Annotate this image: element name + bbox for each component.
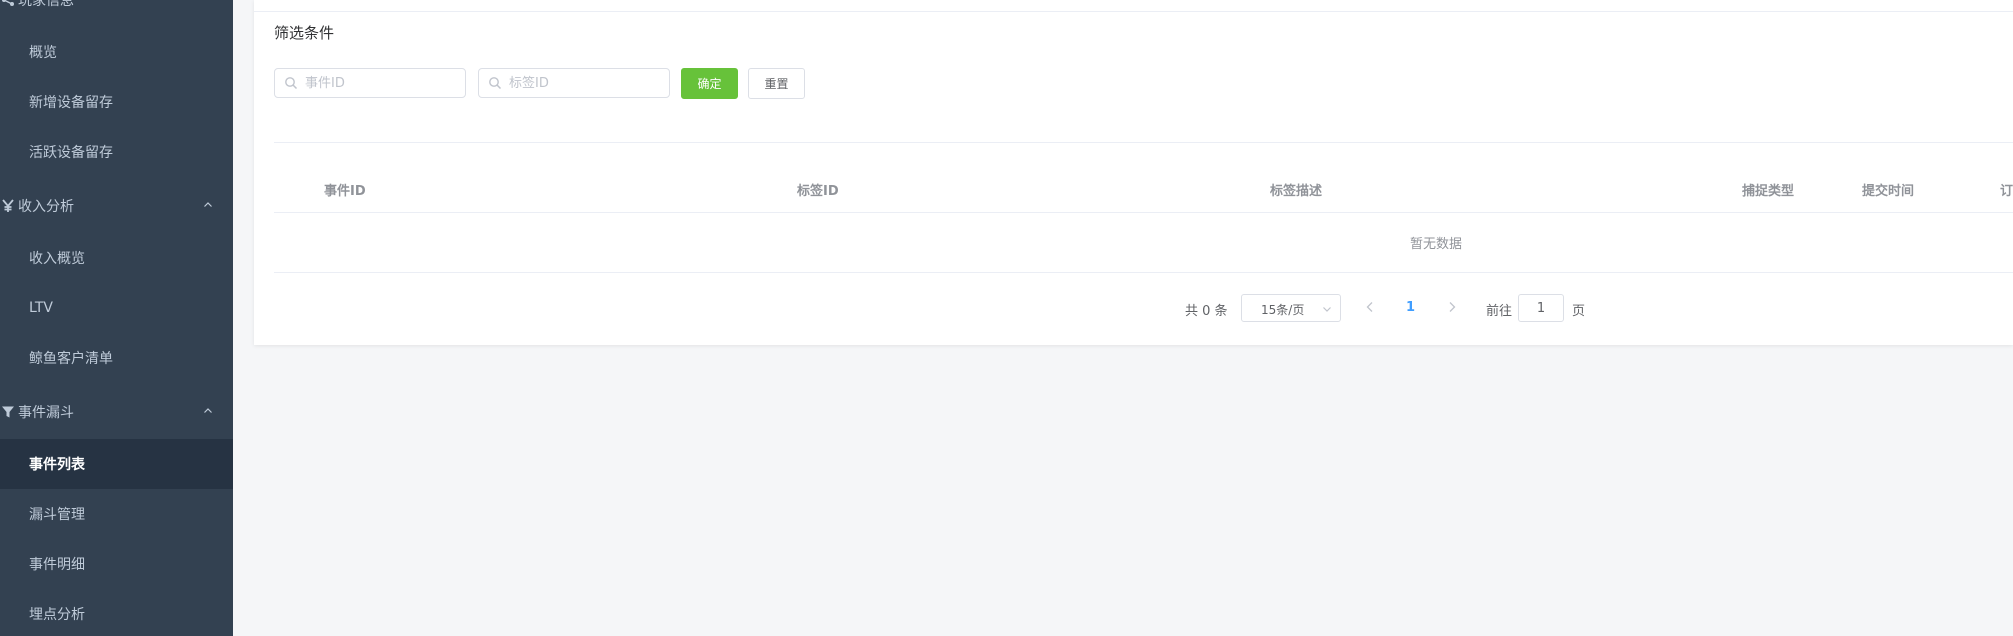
sidebar-item-label: 事件明细 [29,557,85,573]
sidebar-item-event-details[interactable]: 事件明细 [0,539,233,589]
sidebar-group-revenue-analysis[interactable]: 收入分析 [0,180,233,232]
sidebar-item-whale-customers[interactable]: 鲸鱼客户清单 [0,333,233,383]
column-header-submit-time: 提交时间 [1862,184,1915,199]
chevron-up-icon [201,404,215,418]
column-header-capture-type: 捕捉类型 [1742,184,1795,199]
sidebar-item-revenue-overview[interactable]: 收入概览 [0,233,233,283]
goto-page-input[interactable] [1518,294,1564,322]
sidebar-item-new-device-retention[interactable]: 新增设备留存 [0,77,233,127]
search-icon [488,76,502,90]
sidebar-item-label: 鲸鱼客户清单 [29,351,113,367]
sidebar-item-funnel-management[interactable]: 漏斗管理 [0,489,233,539]
event-list-panel: 筛选条件 确定 重置 事件ID 标签ID 标签描述 捕捉类型 提交时间 订 暂无… [254,0,2013,345]
sidebar-group-event-funnel[interactable]: 事件漏斗 [0,386,233,438]
divider [254,11,2013,12]
sidebar-group-label: 玩家信息 [18,0,74,9]
confirm-button[interactable]: 确定 [681,68,738,99]
sidebar-item-label: 活跃设备留存 [29,145,113,161]
goto-label: 前往 [1486,304,1513,319]
filter-icon [0,405,18,419]
table-header-divider [274,212,2013,213]
share-icon [0,0,18,7]
chevron-up-icon [201,198,215,212]
sidebar-item-label: 新增设备留存 [29,95,113,111]
sidebar-item-label: 收入概览 [29,251,85,267]
pagination-total: 共 0 条 [1185,304,1228,319]
column-header-tag-description: 标签描述 [1270,184,1323,199]
event-id-search-field[interactable] [274,68,466,98]
page-suffix-label: 页 [1572,304,1586,319]
page-size-value: 15条/页 [1261,303,1305,317]
column-header-tag-id: 标签ID [797,184,839,199]
sidebar-item-overview[interactable]: 概览 [0,27,233,77]
chevron-down-icon [1322,303,1332,313]
current-page-number[interactable]: 1 [1406,300,1415,315]
sidebar-item-label: 概览 [29,45,57,61]
search-icon [284,76,298,90]
sidebar-group-label: 事件漏斗 [18,405,74,421]
sidebar-group-label: 收入分析 [18,199,74,215]
reset-button[interactable]: 重置 [748,68,805,99]
sidebar-item-label: LTV [29,300,54,316]
yen-icon [0,199,18,213]
sidebar-item-tracking-analysis[interactable]: 埋点分析 [0,589,233,636]
empty-table-text: 暂无数据 [1409,237,1462,252]
sidebar-item-event-list[interactable]: 事件列表 [0,439,233,489]
table-bottom-divider [274,272,2013,273]
page-size-select[interactable]: 15条/页 [1241,294,1341,322]
sidebar-item-active-device-retention[interactable]: 活跃设备留存 [0,127,233,177]
column-header-truncated: 订 [2000,184,2013,199]
sidebar-item-ltv[interactable]: LTV [0,283,233,333]
sidebar-group-player-info[interactable]: 玩家信息 [0,0,233,26]
sidebar-item-label: 埋点分析 [29,607,85,623]
tag-id-input[interactable] [509,74,659,92]
prev-page-icon[interactable] [1364,301,1376,313]
event-id-input[interactable] [305,74,455,92]
sidebar-item-label: 漏斗管理 [29,507,85,523]
filter-title: 筛选条件 [274,24,335,42]
next-page-icon[interactable] [1446,301,1458,313]
column-header-event-id: 事件ID [324,184,366,199]
tag-id-search-field[interactable] [478,68,670,98]
sidebar-item-label: 事件列表 [29,457,85,473]
sidebar: 玩家信息 概览 新增设备留存 活跃设备留存 收入分析 收入概览 LTV 鲸鱼客户… [0,0,233,636]
divider [274,142,2013,143]
